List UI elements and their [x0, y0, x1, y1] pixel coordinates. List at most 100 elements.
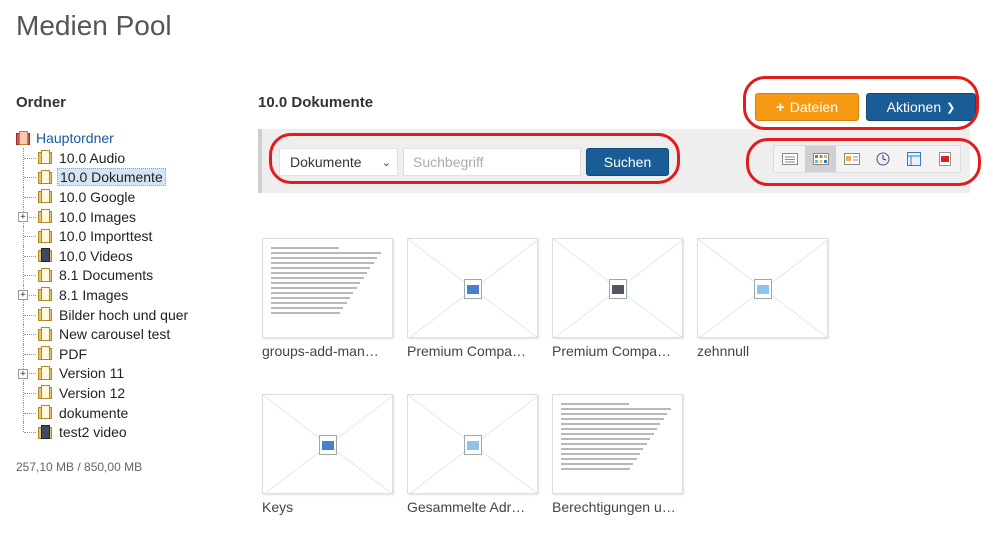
thumbnail-frame[interactable] — [407, 238, 538, 338]
file-thumbnail[interactable]: Premium Compa… — [552, 238, 683, 359]
expand-icon[interactable]: + — [18, 211, 28, 222]
detail-view-icon[interactable] — [836, 146, 867, 172]
tree-folder-label[interactable]: New carousel test — [57, 326, 172, 342]
tree-folder-item[interactable]: test2 video — [16, 422, 226, 442]
document-preview — [561, 403, 674, 473]
tree-folder-label[interactable]: Version 11 — [57, 365, 126, 381]
tree-folder-item[interactable]: PDF — [16, 343, 226, 364]
tree-folder-item[interactable]: 10.0 Audio — [16, 148, 226, 168]
tree-folder-item[interactable]: +10.0 Images — [16, 206, 226, 227]
folder-icon — [38, 287, 54, 302]
file-name[interactable]: Keys — [262, 499, 393, 515]
tree-folder-label[interactable]: 8.1 Documents — [57, 267, 155, 283]
tree-folder-label[interactable]: 10.0 Dokumente — [57, 168, 166, 187]
file-thumbnail[interactable]: Keys — [262, 394, 393, 515]
file-name[interactable]: Premium Compa… — [407, 343, 538, 359]
list-view-icon[interactable] — [774, 146, 805, 172]
tree-folder-label[interactable]: 10.0 Audio — [57, 150, 127, 166]
table-view-icon[interactable] — [898, 146, 929, 172]
thumbnail-frame[interactable] — [407, 394, 538, 494]
search-button-label: Suchen — [603, 154, 652, 170]
document-preview — [271, 247, 384, 317]
root-folder-icon — [16, 130, 32, 146]
file-name[interactable]: Gesammelte Adr… — [407, 499, 538, 515]
tree-folder-item[interactable]: + Version 11 — [16, 363, 226, 384]
tree-folder-label[interactable]: 8.1 Images — [57, 287, 130, 303]
actions-label: Aktionen — [886, 99, 942, 115]
tree-folder-item[interactable]: 10.0 Videos — [16, 245, 226, 266]
folder-icon — [38, 169, 54, 185]
tree-folder-item[interactable]: 8.1 Documents — [16, 265, 226, 286]
folder-icon — [38, 326, 54, 342]
search-input[interactable] — [403, 148, 581, 176]
thumbnail-frame[interactable] — [552, 238, 683, 338]
file-thumbnail[interactable]: Gesammelte Adr… — [407, 394, 538, 515]
thumbnail-frame[interactable] — [697, 238, 828, 338]
file-thumbnail[interactable]: zehnnull — [697, 238, 828, 359]
expand-icon[interactable]: + — [18, 290, 28, 301]
folder-icon — [38, 385, 54, 400]
folder-icon — [38, 346, 54, 361]
tree-folder-label[interactable]: test2 video — [57, 424, 129, 440]
tree-folder-item[interactable]: New carousel test — [16, 324, 226, 344]
folder-icon — [38, 189, 54, 204]
section-title: 10.0 Dokumente — [258, 94, 374, 111]
video-folder-icon — [38, 424, 54, 440]
folder-icon — [38, 307, 54, 322]
page-title: Medien Pool — [16, 10, 172, 41]
presentation-icon — [609, 279, 627, 299]
folder-tree: Hauptordner 10.0 Audio 10.0 Dokumente 10.0… — [16, 128, 226, 442]
tree-folder-label[interactable]: 10.0 Videos — [57, 248, 135, 264]
tree-root-item[interactable]: Hauptordner — [16, 128, 226, 148]
upload-files-button[interactable]: + Dateien — [755, 93, 859, 121]
pdf-view-icon[interactable] — [929, 146, 960, 172]
text-file-icon — [464, 435, 482, 455]
file-type-value: Dokumente — [290, 154, 362, 170]
video-folder-icon — [38, 248, 54, 263]
tree-folder-item[interactable]: 10.0 Importtest — [16, 226, 226, 246]
tree-folder-label[interactable]: dokumente — [57, 405, 130, 421]
folder-icon — [38, 365, 54, 381]
tree-folder-item[interactable]: 10.0 Dokumente — [16, 167, 226, 188]
tree-folder-label[interactable]: Version 12 — [57, 385, 127, 401]
upload-files-label: Dateien — [789, 99, 839, 115]
tree-root-label[interactable]: Hauptordner — [36, 130, 114, 146]
actions-dropdown-button[interactable]: Aktionen ❯ — [866, 93, 976, 121]
folders-heading: Ordner — [16, 94, 67, 111]
file-type-select[interactable]: Dokumente ⌄ — [279, 148, 398, 176]
view-mode-bar — [773, 145, 961, 173]
file-name[interactable]: groups-add-man… — [262, 343, 393, 359]
storage-usage: 257,10 MB / 850,00 MB — [16, 460, 143, 474]
search-button[interactable]: Suchen — [586, 148, 669, 176]
thumbnail-frame[interactable] — [552, 394, 683, 494]
word-document-icon — [319, 435, 337, 455]
tree-folder-item[interactable]: dokumente — [16, 402, 226, 423]
file-name[interactable]: Premium Compa… — [552, 343, 683, 359]
expand-icon[interactable]: + — [18, 368, 28, 379]
tree-folder-label[interactable]: 10.0 Images — [57, 209, 138, 225]
tree-folder-label[interactable]: 10.0 Google — [57, 189, 137, 205]
folder-icon — [38, 209, 54, 224]
clock-view-icon[interactable] — [867, 146, 898, 172]
chevron-down-icon: ⌄ — [381, 157, 391, 169]
thumbnail-frame[interactable] — [262, 238, 393, 338]
folder-icon — [38, 405, 54, 420]
tree-folder-item[interactable]: +8.1 Images — [16, 285, 226, 305]
word-document-icon — [464, 279, 482, 299]
file-thumbnail[interactable]: Berechtigungen u… — [552, 394, 683, 515]
file-thumbnail[interactable]: groups-add-man… — [262, 238, 393, 359]
plus-icon: + — [775, 98, 785, 116]
file-thumbnail[interactable]: Premium Compa… — [407, 238, 538, 359]
file-name[interactable]: zehnnull — [697, 343, 828, 359]
thumbnail-frame[interactable] — [262, 394, 393, 494]
tree-folder-label[interactable]: Bilder hoch und quer — [57, 307, 190, 323]
tree-folder-item[interactable]: Version 12 — [16, 383, 226, 403]
folder-icon — [38, 150, 54, 165]
tree-folder-item[interactable]: 10.0 Google — [16, 187, 226, 207]
grid-view-icon[interactable] — [805, 146, 836, 172]
tree-folder-label[interactable]: PDF — [57, 346, 89, 362]
file-name[interactable]: Berechtigungen u… — [552, 499, 683, 515]
tree-folder-item[interactable]: Bilder hoch und quer — [16, 304, 226, 325]
folder-icon — [38, 228, 54, 244]
tree-folder-label[interactable]: 10.0 Importtest — [57, 228, 154, 244]
